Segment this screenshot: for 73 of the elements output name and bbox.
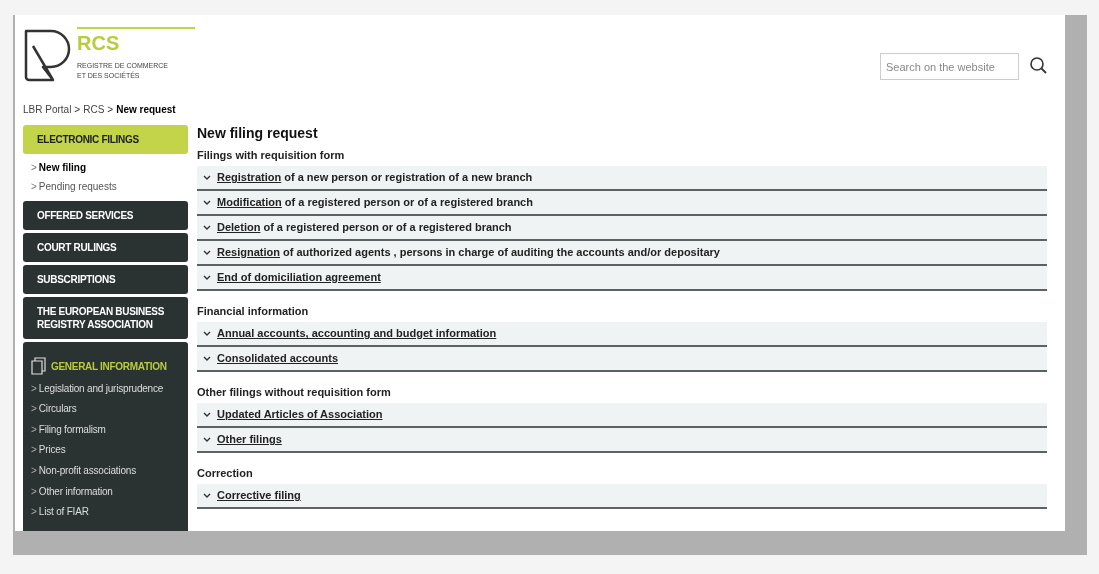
accordion-row[interactable]: Modification of a registered person or of a registered branch xyxy=(197,191,1047,216)
accordion-link[interactable]: Registration xyxy=(217,169,282,186)
search-field[interactable]: Search on the website xyxy=(880,53,1019,80)
chevron-marker: > xyxy=(31,463,37,478)
accordion-link[interactable]: Corrective filing xyxy=(217,487,301,504)
sidebar-link[interactable]: New filing xyxy=(38,161,87,175)
chevron-marker: > xyxy=(31,484,37,499)
accordion-link[interactable]: End of domiciliation agreement xyxy=(217,269,381,286)
chevron-down-icon xyxy=(203,175,211,180)
accordion-row[interactable]: Corrective filing xyxy=(197,484,1047,509)
breadcrumb-link[interactable]: RCS xyxy=(83,102,105,117)
chevron-down-icon xyxy=(203,356,211,361)
chevron-marker: > xyxy=(31,381,37,396)
chevron-marker: > xyxy=(31,422,37,437)
page-title: New filing request xyxy=(197,124,319,142)
accordion-row[interactable]: Registration of a new person or registration of a new branch xyxy=(197,166,1047,191)
accordion-text: of authorized agents , persons in charge of auditing the accounts and/or depositary xyxy=(282,245,720,261)
accordion-row[interactable]: Annual accounts, accounting and budget information xyxy=(197,322,1047,347)
sidebar-link[interactable]: Pending requests xyxy=(38,180,117,194)
accordion-link[interactable]: Other filings xyxy=(217,431,282,448)
accordion-link[interactable]: Modification xyxy=(217,194,282,211)
chevron-marker: > xyxy=(31,402,37,417)
section-heading: Correction xyxy=(197,466,254,480)
accordion-row[interactable]: Resignation of authorized agents , persons in charge of auditing the accounts and/or depositary xyxy=(197,241,1047,266)
sidebar-link[interactable]: Filing formalism xyxy=(38,422,106,437)
accordion-row[interactable]: Consolidated accounts xyxy=(197,347,1047,372)
chevron-marker: > xyxy=(31,180,37,194)
sidebar-link[interactable]: Non-profit associations xyxy=(38,463,136,478)
sidebar-link[interactable]: Circulars xyxy=(38,402,77,417)
chevron-down-icon xyxy=(203,225,211,230)
accordion-link[interactable]: Consolidated accounts xyxy=(217,350,339,367)
chevron-down-icon xyxy=(203,493,211,498)
sidebar-section[interactable]: OFFERED SERVICES xyxy=(23,201,188,230)
logo-icon xyxy=(23,28,73,83)
chevron-down-icon xyxy=(203,250,211,255)
accordion-row[interactable]: Updated Articles of Association xyxy=(197,403,1047,428)
accordion-row[interactable]: Deletion of a registered person or of a registered branch xyxy=(197,216,1047,241)
chevron-down-icon xyxy=(203,200,211,205)
chevron-down-icon xyxy=(203,331,211,336)
section-heading: Filings with requisition form xyxy=(197,148,346,162)
accordion-link[interactable]: Resignation xyxy=(217,244,280,261)
breadcrumb-current: New request xyxy=(116,103,176,117)
documents-icon xyxy=(31,357,46,375)
chevron-marker: > xyxy=(31,443,37,458)
section-heading: Other filings without requisition form xyxy=(197,385,392,399)
sidebar-section[interactable]: THE EUROPEAN BUSINESS REGISTRY ASSOCIATION xyxy=(23,297,188,339)
panel-heading: GENERAL INFORMATION xyxy=(51,359,167,374)
search-icon[interactable] xyxy=(1030,57,1047,74)
breadcrumb-separator: > xyxy=(74,103,81,117)
chevron-marker: > xyxy=(31,161,37,175)
sidebar-link[interactable]: Legislation and jurisprudence xyxy=(38,381,164,396)
chevron-down-icon xyxy=(203,412,211,417)
accordion-row[interactable]: Other filings xyxy=(197,428,1047,453)
sidebar-link[interactable]: Other information xyxy=(38,484,113,499)
section-heading: Financial information xyxy=(197,304,310,318)
logo-title: RCS xyxy=(77,31,121,55)
sidebar-section[interactable]: SUBSCRIPTIONS xyxy=(23,265,188,294)
sidebar-link[interactable]: List of FIAR xyxy=(38,505,89,520)
accordion-text: of a registered person or of a registered branch xyxy=(263,220,512,236)
accordion-row[interactable]: End of domiciliation agreement xyxy=(197,266,1047,291)
chevron-down-icon xyxy=(203,437,211,442)
accordion-text: of a new person or registration of a new branch xyxy=(284,170,533,186)
accordion-link[interactable]: Annual accounts, accounting and budget information xyxy=(217,325,497,342)
breadcrumb-separator: > xyxy=(107,103,114,117)
breadcrumb-link[interactable]: LBR Portal xyxy=(23,102,72,117)
accordion-text: of a registered person or of a registered branch xyxy=(284,195,533,211)
sidebar-section[interactable]: COURT RULINGS xyxy=(23,233,188,262)
accordion-link[interactable]: Updated Articles of Association xyxy=(217,406,383,423)
chevron-down-icon xyxy=(203,275,211,280)
accordion-link[interactable]: Deletion xyxy=(217,219,261,236)
sidebar-section[interactable]: ELECTRONIC FILINGS xyxy=(23,125,188,154)
chevron-marker: > xyxy=(31,505,37,520)
sidebar-link[interactable]: Prices xyxy=(38,443,66,458)
